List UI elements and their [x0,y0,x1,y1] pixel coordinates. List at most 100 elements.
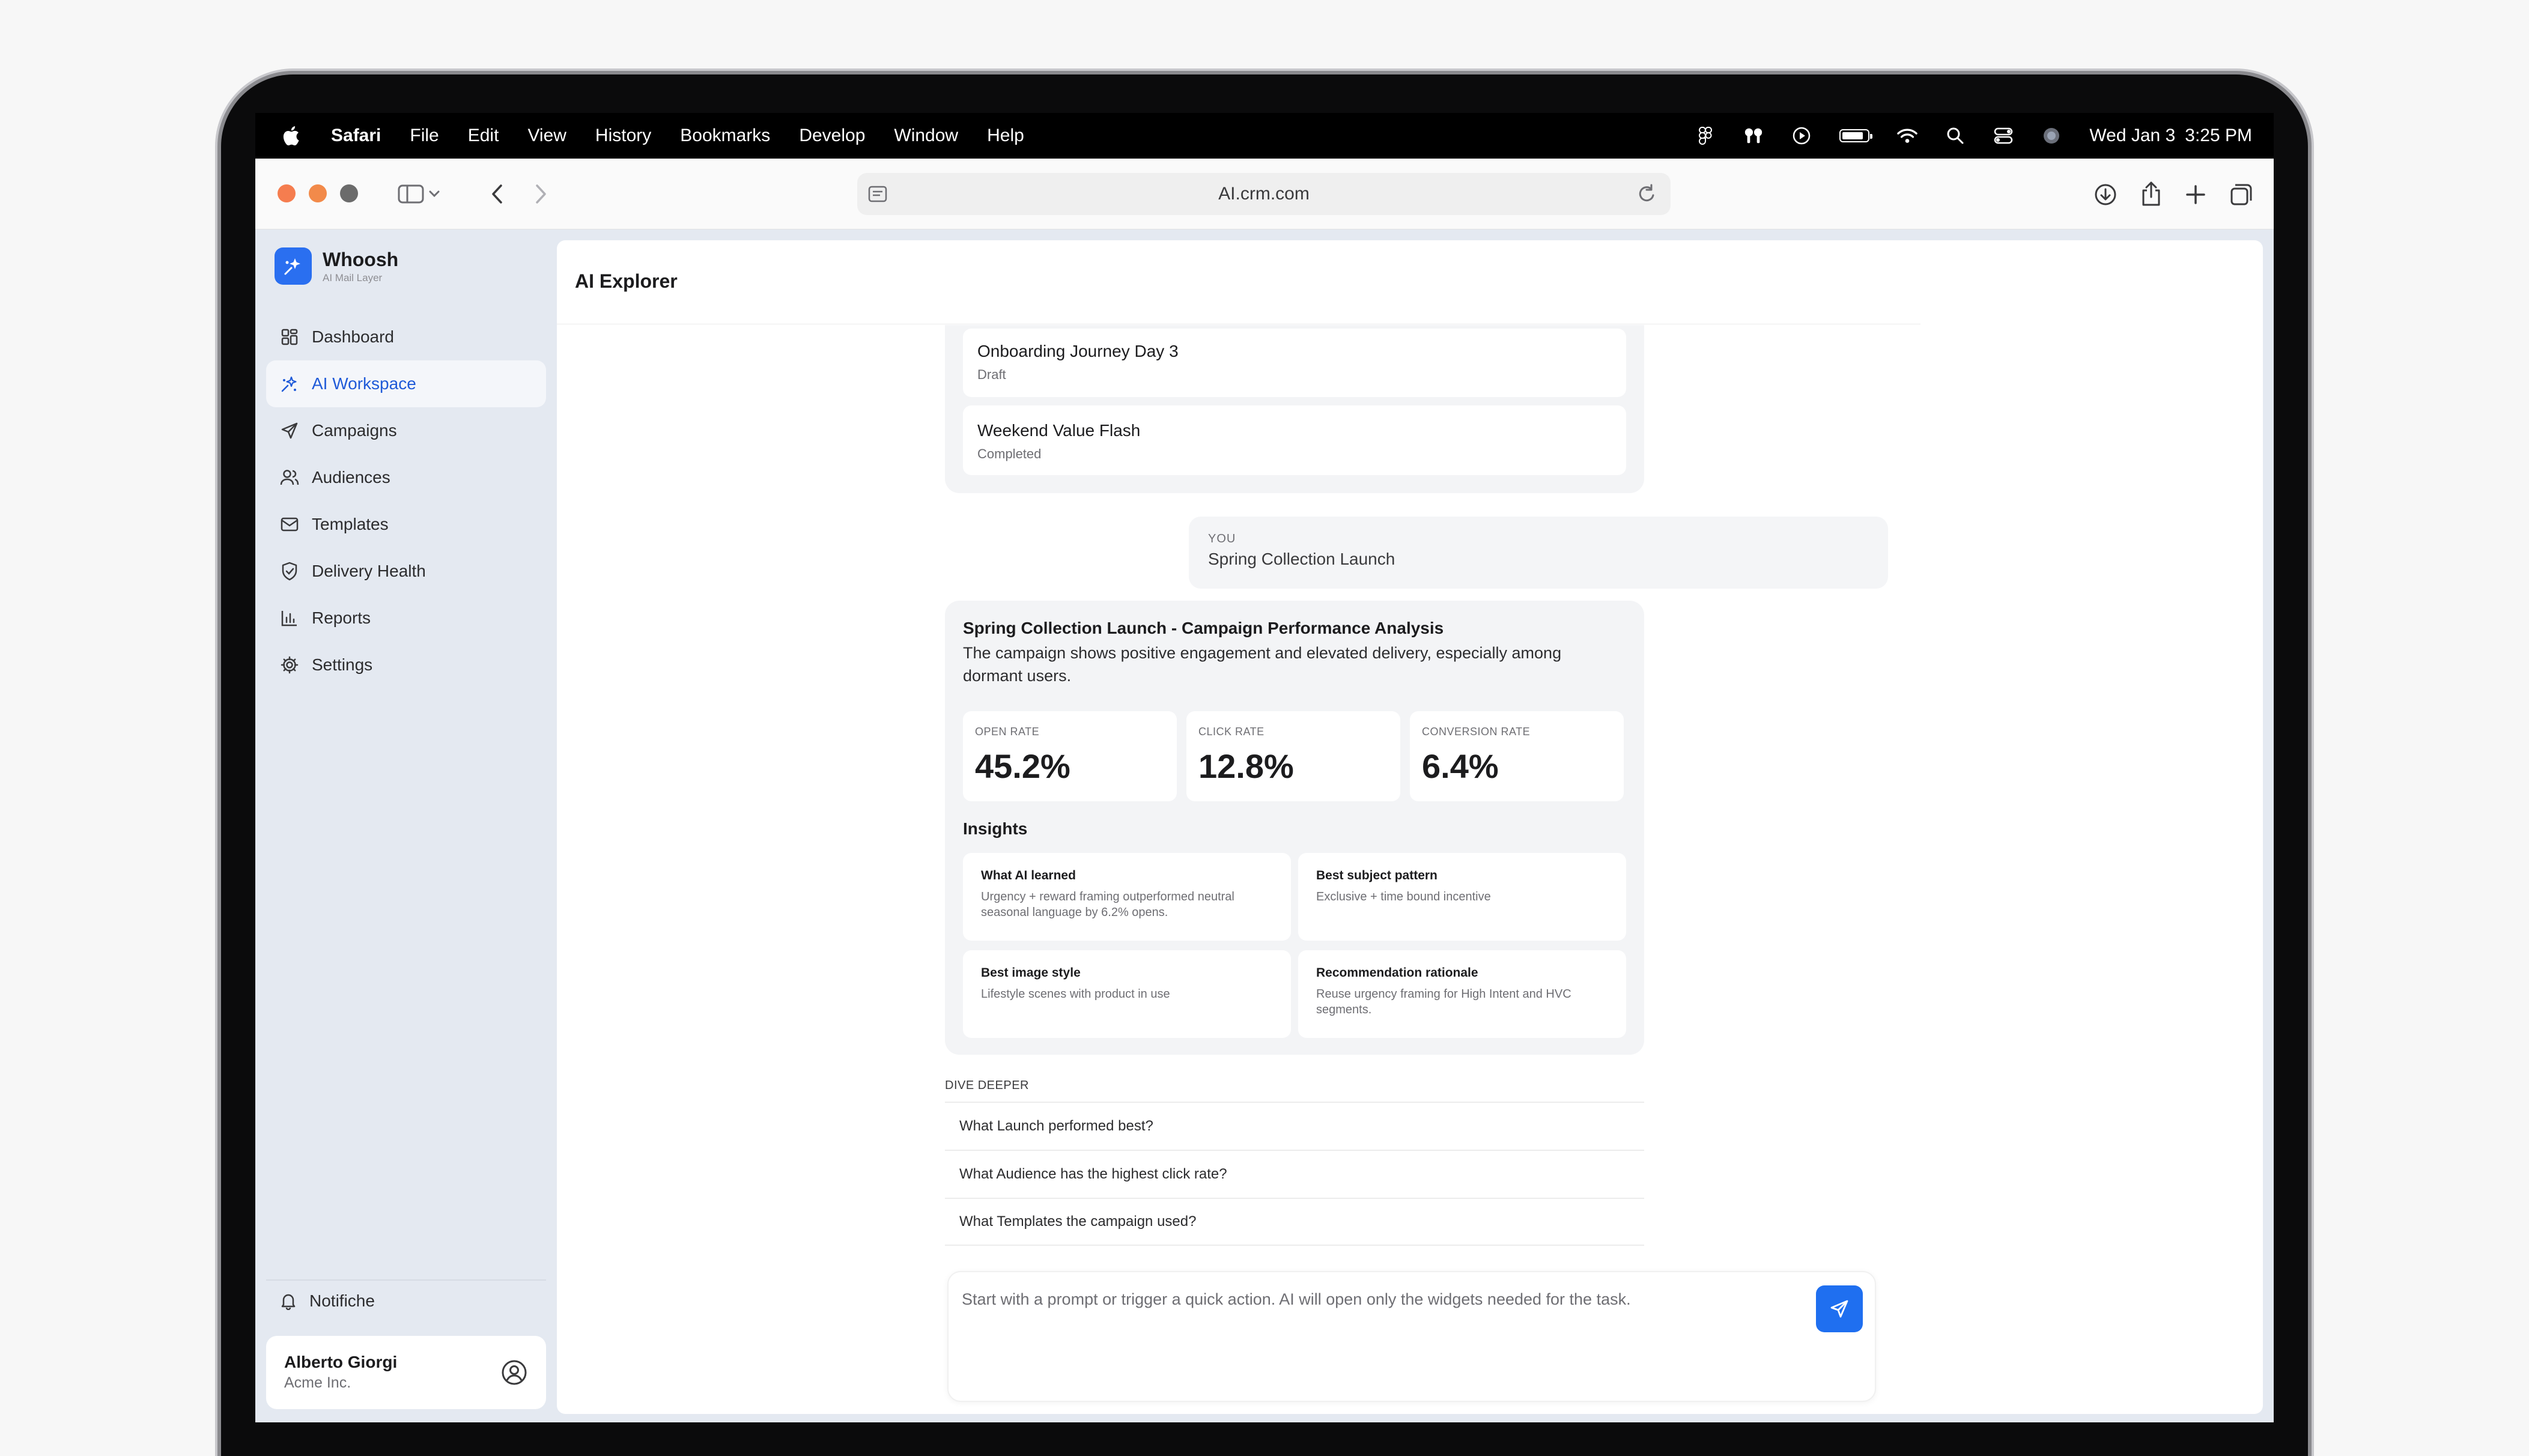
metric-click-rate: CLICK RATE 12.8% [1186,711,1400,801]
menu-bar: Safari File Edit View History Bookmarks … [255,113,2274,159]
screen: Safari File Edit View History Bookmarks … [255,113,2274,1422]
notifications-label: Notifiche [309,1291,375,1310]
share-button[interactable] [2137,179,2166,209]
notifications-button[interactable]: Notifiche [279,1291,375,1311]
insight-title: What AI learned [981,869,1076,882]
insight-title: Best subject pattern [1316,869,1438,882]
battery-icon[interactable] [1839,129,1873,142]
menu-window[interactable]: Window [894,126,958,146]
address-bar[interactable]: AI.crm.com [857,173,1671,215]
grid-icon [279,327,300,347]
shield-icon [279,561,300,581]
dive-deeper-heading: DIVE DEEPER [945,1079,1029,1092]
menu-time[interactable]: 3:25 PM [2185,126,2252,146]
download-button[interactable] [2091,180,2120,209]
users-icon [279,467,300,488]
spotlight-search-icon[interactable] [1945,126,1966,146]
campaign-name: Weekend Value Flash [977,421,1141,440]
zoom-window-button[interactable] [340,184,358,202]
menu-edit[interactable]: Edit [468,126,499,146]
dive-deeper-suggestion[interactable]: What Templates the campaign used? [945,1198,1644,1246]
app-sidebar: Whoosh AI Mail Layer Dashboard AI Worksp… [255,229,556,1422]
web-page: Whoosh AI Mail Layer Dashboard AI Worksp… [255,229,2274,1422]
menu-history[interactable]: History [595,126,651,146]
page-title: AI Explorer [575,270,678,292]
main-header: AI Explorer [557,240,1920,324]
sidebar-divider [266,1279,546,1281]
sidebar-item-ai-workspace[interactable]: AI Workspace [266,360,546,407]
sidebar-item-templates[interactable]: Templates [266,501,546,548]
sidebar-toggle-button[interactable] [393,180,448,208]
menu-help[interactable]: Help [987,126,1024,146]
brand-name: Whoosh [323,248,399,270]
insight-card: What AI learned Urgency + reward framing… [963,853,1291,941]
campaign-list-item[interactable]: Weekend Value Flash Completed [963,405,1626,475]
forward-button[interactable] [527,180,554,208]
user-name: Alberto Giorgi [284,1353,398,1371]
url-text[interactable]: AI.crm.com [1218,184,1310,204]
sidebar-item-label: Reports [312,608,371,627]
user-profile-card[interactable]: Alberto Giorgi Acme Inc. [266,1336,546,1409]
analysis-description: The campaign shows positive engagement a… [963,644,1562,685]
insight-text: Urgency + reward framing outperformed ne… [981,890,1234,919]
insight-card: Best subject pattern Exclusive + time bo… [1298,853,1626,941]
metric-label: CONVERSION RATE [1422,726,1531,738]
brand-subtitle: AI Mail Layer [323,271,383,284]
menu-bookmarks[interactable]: Bookmarks [680,126,770,146]
user-message-label: YOU [1208,532,1236,545]
dive-deeper-suggestion[interactable]: What Launch performed best? [945,1102,1644,1150]
user-message-text: Spring Collection Launch [1208,550,1395,568]
browser-toolbar: AI.crm.com [255,159,2274,229]
control-center-icon[interactable] [1993,126,2014,146]
insight-card: Best image style Lifestyle scenes with p… [963,950,1291,1038]
brand-logo-icon [275,247,312,285]
sidebar-item-label: AI Workspace [312,374,416,393]
gear-icon [279,655,300,675]
menu-app-name[interactable]: Safari [331,126,381,146]
insight-card: Recommendation rationale Reuse urgency f… [1298,950,1626,1038]
menu-date[interactable]: Wed Jan 3 [2089,126,2175,146]
sidebar-item-campaigns[interactable]: Campaigns [266,407,546,454]
new-tab-button[interactable] [2181,180,2210,209]
user-message-bubble: YOU Spring Collection Launch [1189,517,1888,589]
siri-icon[interactable] [2041,126,2062,146]
airpods-icon[interactable] [1743,126,1764,146]
close-window-button[interactable] [278,184,296,202]
sidebar-item-dashboard[interactable]: Dashboard [266,314,546,360]
sidebar-item-label: Audiences [312,468,390,487]
menu-view[interactable]: View [527,126,566,146]
insight-text: Reuse urgency framing for High Intent an… [1316,987,1571,1016]
campaign-status: Completed [977,446,1042,461]
sidebar-item-label: Campaigns [312,421,397,440]
menu-develop[interactable]: Develop [799,126,865,146]
minimize-window-button[interactable] [309,184,327,202]
reload-icon[interactable] [1637,183,1657,205]
sidebar-item-label: Dashboard [312,327,394,346]
sidebar-item-audiences[interactable]: Audiences [266,454,546,501]
window-controls [278,184,358,202]
sidebar-item-delivery-health[interactable]: Delivery Health [266,548,546,595]
prompt-composer[interactable]: Start with a prompt or trigger a quick a… [947,1271,1876,1402]
campaign-list-item[interactable]: Onboarding Journey Day 3 Draft [963,329,1626,397]
sidebar-item-reports[interactable]: Reports [266,595,546,642]
analysis-card: Spring Collection Launch - Campaign Perf… [945,601,1644,1055]
figma-icon[interactable] [1695,126,1716,146]
metric-value: 45.2% [975,747,1070,785]
user-circle-icon[interactable] [500,1359,528,1386]
campaign-status: Draft [977,367,1006,382]
brand[interactable]: Whoosh AI Mail Layer [275,247,398,285]
send-icon [1830,1300,1848,1318]
prompt-input-placeholder[interactable]: Start with a prompt or trigger a quick a… [962,1290,1631,1309]
insight-text: Lifestyle scenes with product in use [981,987,1170,1001]
apple-icon[interactable] [282,126,300,146]
insight-text: Exclusive + time bound incentive [1316,890,1491,903]
dive-deeper-suggestion[interactable]: What Audience has the highest click rate… [945,1150,1644,1198]
send-button[interactable] [1816,1285,1863,1332]
play-circle-icon[interactable] [1791,126,1812,146]
wifi-icon[interactable] [1897,126,1918,146]
menu-file[interactable]: File [410,126,439,146]
tab-overview-button[interactable] [2227,180,2256,209]
sidebar-item-settings[interactable]: Settings [266,642,546,688]
metric-label: OPEN RATE [975,726,1040,738]
back-button[interactable] [484,180,511,208]
